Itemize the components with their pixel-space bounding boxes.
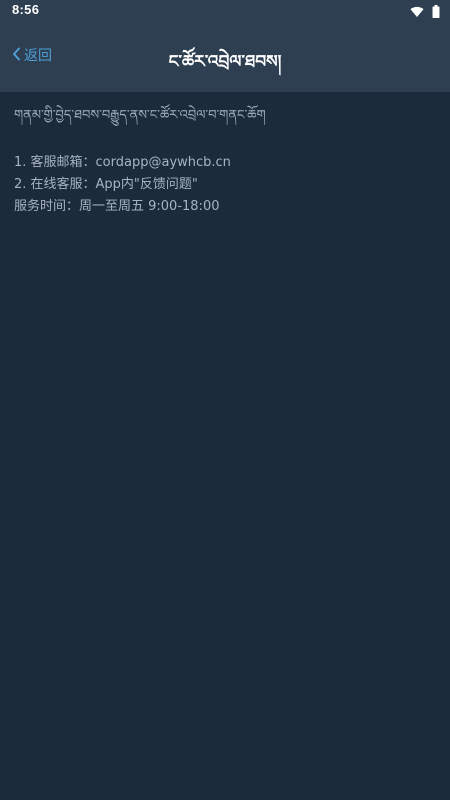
intro-text: གནམ་གྱི་བྱེད་ཐབས་བརྒྱུད་ནས་ང་ཚོར་འབྲེལ་བ… xyxy=(14,108,266,123)
status-bar: 8:56 xyxy=(0,0,450,20)
page-title: ང་ཚོར་འབྲེལ་ཐབས། xyxy=(168,52,282,72)
service-hours-line: 服务时间：周一至周五 9:00-18:00 xyxy=(14,199,220,214)
contact-content: གནམ་གྱི་བྱེད་ཐབས་བརྒྱུད་ནས་ང་ཚོར་འབྲེལ་བ… xyxy=(14,106,436,218)
online-service-line: 2. 在线客服：App内"反馈问题" xyxy=(14,177,198,192)
service-email-line: 1. 客服邮箱：cordapp@aywhcb.cn xyxy=(14,155,231,170)
status-time: 8:56 xyxy=(12,2,40,17)
nav-bar: 返回 ང་ཚོར་འབྲེལ་ཐབས། xyxy=(0,20,450,92)
